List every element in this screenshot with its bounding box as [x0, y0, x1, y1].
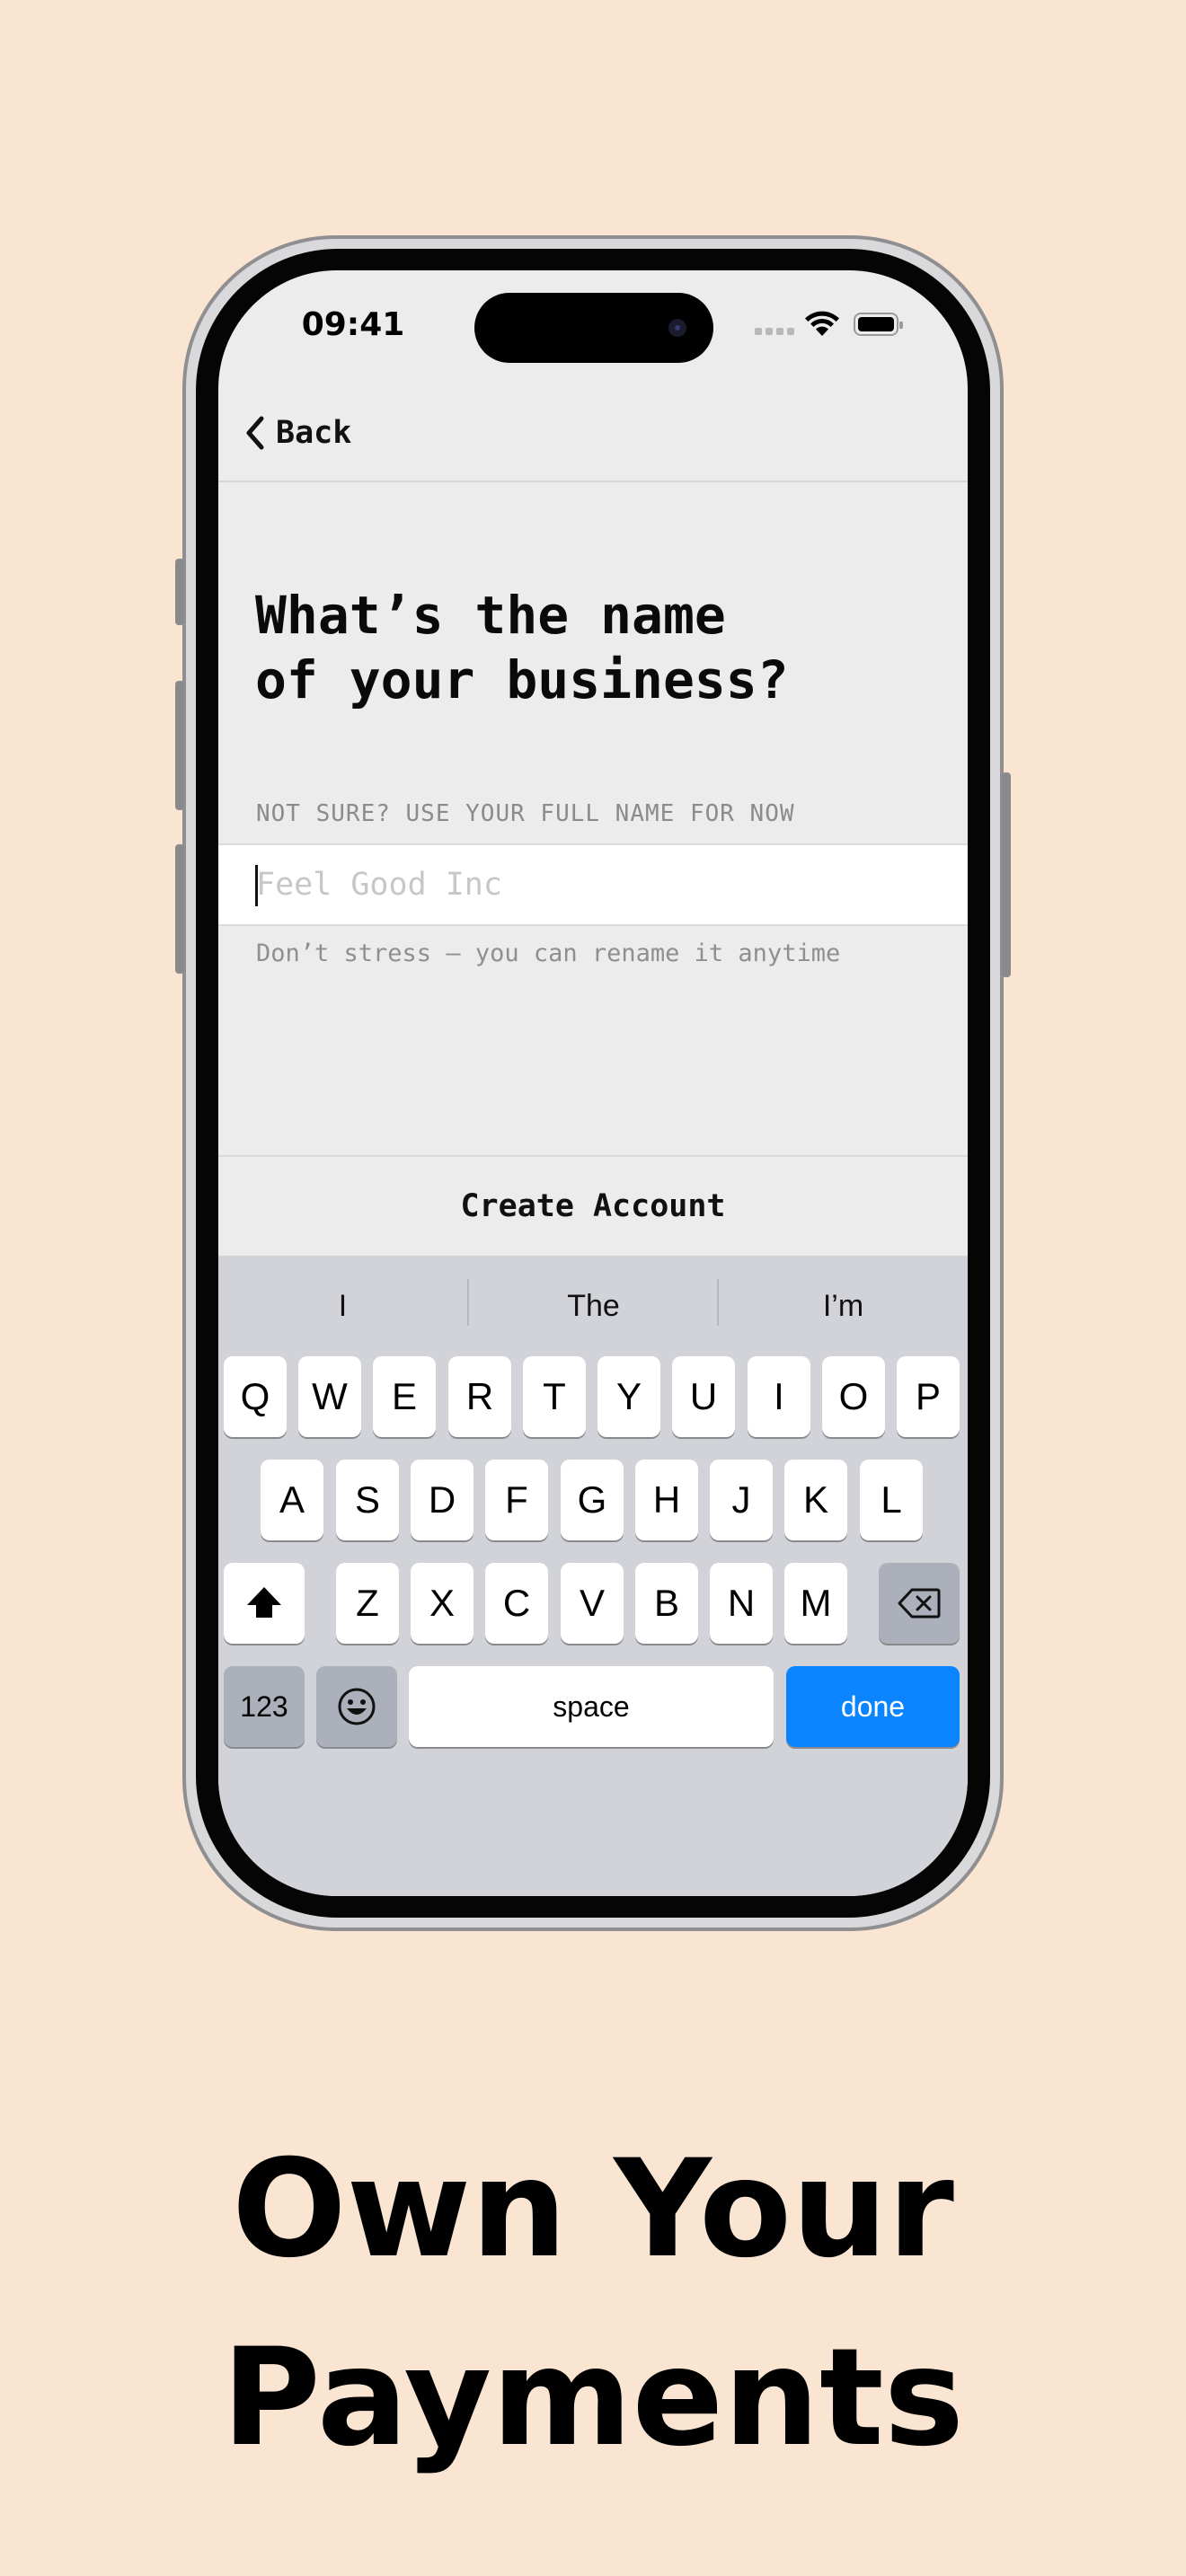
- key-d[interactable]: D: [411, 1460, 474, 1540]
- emoji-key[interactable]: [316, 1666, 397, 1747]
- action-button: [175, 559, 184, 625]
- create-account-button[interactable]: Create Account: [218, 1157, 968, 1256]
- suggestion-3[interactable]: I’m: [719, 1279, 968, 1333]
- field-label: NOT SURE? USE YOUR FULL NAME FOR NOW: [256, 800, 795, 827]
- shift-key[interactable]: [224, 1563, 305, 1644]
- emoji-face-icon: [338, 1688, 376, 1725]
- key-z[interactable]: Z: [336, 1563, 399, 1644]
- key-n[interactable]: N: [710, 1563, 773, 1644]
- phone-screen: 09:41 Back What’s the name of your busin…: [218, 270, 968, 1896]
- key-u[interactable]: U: [672, 1356, 735, 1437]
- volume-up-button: [175, 681, 184, 810]
- space-key[interactable]: space: [409, 1666, 774, 1747]
- key-a[interactable]: A: [261, 1460, 323, 1540]
- shift-arrow-icon: [247, 1587, 281, 1618]
- suggestion-bar: I The I’m: [218, 1256, 968, 1354]
- key-j[interactable]: J: [710, 1460, 773, 1540]
- key-b[interactable]: B: [635, 1563, 698, 1644]
- keyboard: I The I’m Q W E R T Y U I O P A S D F G …: [218, 1256, 968, 1896]
- key-m[interactable]: M: [784, 1563, 847, 1644]
- key-v[interactable]: V: [561, 1563, 624, 1644]
- key-s[interactable]: S: [336, 1460, 399, 1540]
- dynamic-island: [474, 293, 713, 363]
- volume-down-button: [175, 844, 184, 974]
- key-o[interactable]: O: [822, 1356, 885, 1437]
- power-button: [1002, 772, 1011, 977]
- delete-backspace-icon: [898, 1588, 941, 1619]
- suggestion-2[interactable]: The: [469, 1279, 718, 1333]
- key-t[interactable]: T: [523, 1356, 586, 1437]
- helper-text: Don’t stress — you can rename it anytime: [256, 940, 841, 967]
- suggestion-1[interactable]: I: [218, 1279, 467, 1333]
- delete-key[interactable]: [879, 1563, 960, 1644]
- back-button[interactable]: Back: [245, 410, 351, 455]
- nav-divider: [218, 481, 968, 482]
- business-name-input[interactable]: [256, 845, 939, 924]
- numbers-key[interactable]: 123: [224, 1666, 305, 1747]
- business-name-field: [218, 843, 968, 926]
- key-q[interactable]: Q: [224, 1356, 287, 1437]
- done-key[interactable]: done: [786, 1666, 960, 1747]
- key-h[interactable]: H: [635, 1460, 698, 1540]
- title-text: What’s the name of your business?: [255, 585, 789, 710]
- back-label: Back: [276, 415, 352, 451]
- key-k[interactable]: K: [784, 1460, 847, 1540]
- key-f[interactable]: F: [485, 1460, 548, 1540]
- key-y[interactable]: Y: [597, 1356, 660, 1437]
- promo-headline: Own Your Payments: [0, 2115, 1186, 2492]
- wifi-icon: [805, 311, 839, 336]
- battery-icon: [854, 313, 903, 336]
- key-e[interactable]: E: [373, 1356, 436, 1437]
- key-r[interactable]: R: [448, 1356, 511, 1437]
- key-x[interactable]: X: [411, 1563, 474, 1644]
- key-p[interactable]: P: [897, 1356, 960, 1437]
- key-w[interactable]: W: [298, 1356, 361, 1437]
- key-g[interactable]: G: [561, 1460, 624, 1540]
- key-l[interactable]: L: [860, 1460, 923, 1540]
- promo-headline-text: Own Your Payments: [221, 2131, 965, 2476]
- status-time: 09:41: [301, 306, 405, 343]
- key-i[interactable]: I: [748, 1356, 810, 1437]
- text-cursor: [255, 865, 258, 906]
- page-title: What’s the name of your business?: [255, 583, 938, 712]
- key-c[interactable]: C: [485, 1563, 548, 1644]
- cellular-signal-icon: [755, 328, 794, 335]
- chevron-left-icon: [246, 416, 264, 450]
